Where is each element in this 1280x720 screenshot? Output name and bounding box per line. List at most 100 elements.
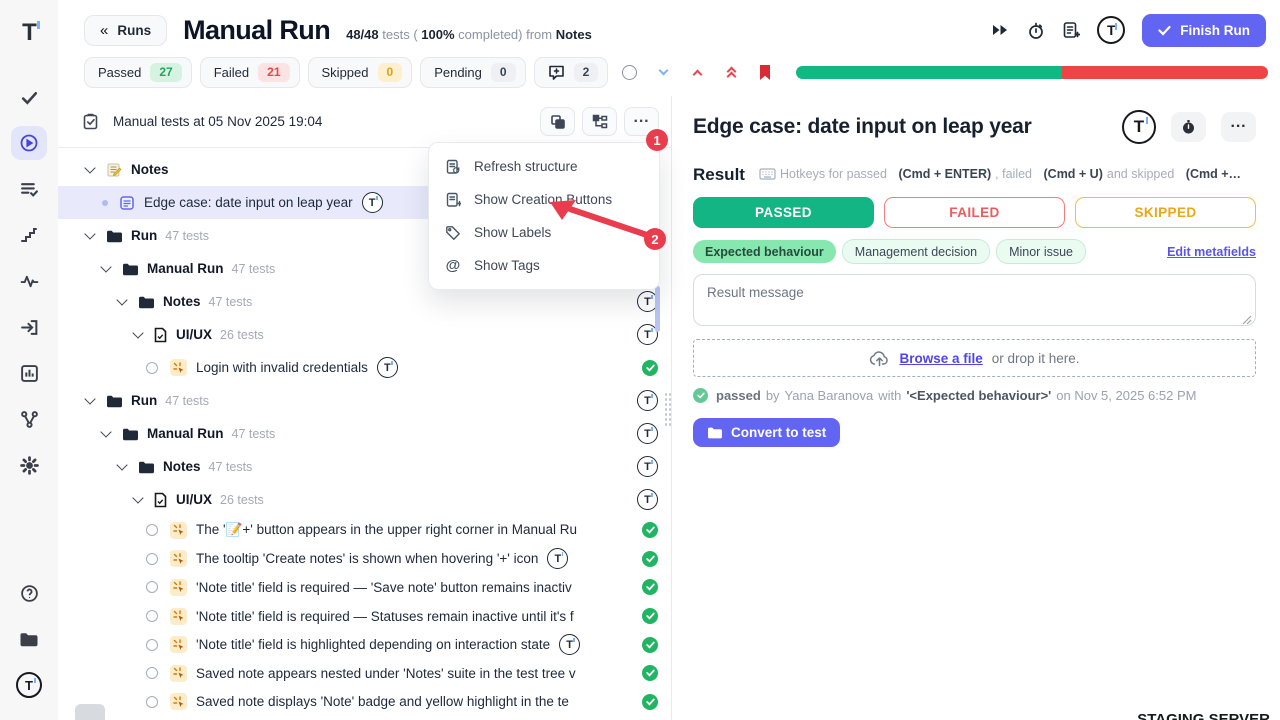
sidebar-item-projects[interactable] [11, 622, 47, 656]
app-logo[interactable]: T [11, 16, 47, 50]
test-radio[interactable] [146, 639, 158, 651]
passed-count-badge: 27 [150, 63, 181, 82]
ai-sparkle-icon [170, 693, 187, 710]
tree-row-test[interactable]: 'Note title' field is highlighted depend… [58, 630, 671, 659]
passed-button[interactable]: PASSED [693, 197, 874, 228]
skipped-count-badge: 0 [378, 63, 403, 82]
testomat-badge-icon[interactable]: T [1122, 110, 1156, 144]
timer-restart-icon[interactable] [1026, 21, 1045, 40]
import-icon [20, 318, 39, 337]
test-radio[interactable] [146, 696, 158, 708]
ai-sparkle-icon [170, 522, 187, 539]
testomat-badge-icon[interactable]: T [637, 423, 658, 444]
panel-resize-handle[interactable] [664, 392, 671, 426]
testomat-badge-icon[interactable]: T [637, 489, 658, 510]
tree-row-test[interactable]: The '📝+' button appears in the upper rig… [58, 516, 671, 545]
folder-icon [19, 631, 39, 648]
test-radio[interactable] [146, 610, 158, 622]
tree-scrollbar-thumb[interactable] [655, 286, 660, 332]
testomat-badge-icon[interactable]: T [637, 390, 658, 411]
testomat-logo-badge[interactable]: T [1097, 16, 1125, 44]
metafield-expected-behaviour[interactable]: Expected behaviour [693, 240, 836, 263]
filter-skipped[interactable]: Skipped 0 [308, 57, 413, 88]
note-icon [119, 195, 135, 211]
sidebar-item-help[interactable] [11, 576, 47, 610]
sidebar-item-plans[interactable] [11, 172, 47, 206]
filter-passed[interactable]: Passed 27 [84, 57, 192, 88]
sidebar-item-activity[interactable] [11, 264, 47, 298]
browse-file-link[interactable]: Browse a file [899, 351, 982, 366]
result-message-input[interactable] [693, 274, 1256, 326]
copy-structure-button[interactable] [540, 107, 575, 136]
sidebar-item-analytics[interactable] [11, 356, 47, 390]
chevron-down-icon[interactable] [116, 459, 127, 470]
play-circle-icon [19, 133, 39, 153]
tree-row-test[interactable]: Saved note displays 'Note' badge and yel… [58, 688, 671, 717]
tree-row-file[interactable]: UI/UX 26 tests T [58, 483, 671, 516]
tree-row-test[interactable]: Login with invalid credentials T [58, 351, 671, 384]
skipped-button[interactable]: SKIPPED [1075, 197, 1256, 228]
finish-run-button[interactable]: Finish Run [1142, 14, 1266, 47]
test-radio[interactable] [146, 553, 158, 565]
sidebar-item-steps[interactable] [11, 218, 47, 252]
menu-item-refresh-structure[interactable]: Refresh structure [429, 150, 659, 183]
sidebar-item-import[interactable] [11, 310, 47, 344]
tree-row-test[interactable]: Saved note appears nested under 'Notes' … [58, 659, 671, 688]
test-radio[interactable] [146, 581, 158, 593]
edit-metafields-link[interactable]: Edit metafields [1167, 245, 1256, 259]
bookmark-icon[interactable] [752, 64, 778, 81]
fast-forward-icon[interactable] [991, 22, 1009, 38]
collapse-all-icon[interactable] [650, 71, 676, 74]
back-to-runs-button[interactable]: « Runs [84, 15, 167, 46]
chevron-down-icon[interactable] [84, 162, 95, 173]
tree-row-test[interactable]: The tooltip 'Create notes' is shown when… [58, 545, 671, 574]
file-dropzone[interactable]: Browse a file or drop it here. [693, 339, 1256, 377]
chevron-down-icon[interactable] [132, 327, 143, 338]
detail-header: Edge case: date input on leap year T ··· [693, 110, 1256, 144]
tree-bottom-button[interactable] [75, 704, 105, 720]
filter-comments[interactable]: 2 [534, 57, 609, 88]
tree-row-suite[interactable]: Manual Run 47 tests T [58, 417, 671, 450]
testomat-badge-icon[interactable]: T [559, 634, 580, 655]
tree-row-test[interactable]: 'Note title' field is required — Statuse… [58, 602, 671, 631]
filter-pending[interactable]: Pending 0 [420, 57, 525, 88]
tree-row-file[interactable]: UI/UX 26 tests T [58, 318, 671, 351]
sidebar-item-tests[interactable] [11, 80, 47, 114]
test-radio[interactable] [146, 667, 158, 679]
test-radio[interactable] [146, 524, 158, 536]
sidebar-item-branches[interactable] [11, 402, 47, 436]
tree-row-suite[interactable]: Notes 47 tests T [58, 450, 671, 483]
testomat-badge-icon[interactable]: T [377, 357, 398, 378]
test-radio[interactable] [146, 362, 158, 374]
sidebar-item-settings[interactable] [11, 448, 47, 482]
sidebar-item-runs[interactable] [11, 126, 47, 160]
menu-item-show-tags[interactable]: @ Show Tags [429, 249, 659, 282]
status-circle-icon[interactable] [616, 65, 642, 80]
tree-title: Manual tests at 05 Nov 2025 19:04 [113, 114, 322, 129]
list-check-icon [20, 180, 39, 199]
add-note-icon[interactable] [1062, 21, 1080, 40]
tree-row-suite[interactable]: Run 47 tests T [58, 384, 671, 417]
tree-view-button[interactable] [582, 107, 617, 136]
chevron-down-icon[interactable] [84, 393, 95, 404]
chevron-down-icon[interactable] [132, 492, 143, 503]
prev-failed-icon[interactable] [684, 67, 710, 78]
failed-button[interactable]: FAILED [884, 197, 1065, 228]
filter-failed[interactable]: Failed 21 [200, 57, 300, 88]
metafield-minor-issue[interactable]: Minor issue [996, 239, 1086, 264]
tree-row-test[interactable]: 'Note title' field is required — 'Save n… [58, 573, 671, 602]
user-avatar[interactable]: T [11, 668, 47, 702]
chevron-down-icon[interactable] [100, 426, 111, 437]
chevron-down-icon[interactable] [84, 228, 95, 239]
metafield-management-decision[interactable]: Management decision [842, 239, 990, 264]
testomat-badge-icon[interactable]: T [547, 548, 568, 569]
detail-more-button[interactable]: ··· [1221, 112, 1256, 142]
convert-to-test-button[interactable]: Convert to test [693, 418, 840, 447]
testomat-badge-icon[interactable]: T [362, 192, 383, 213]
timer-button[interactable] [1171, 112, 1206, 142]
jump-failed-icon[interactable] [718, 67, 744, 77]
tree-header: Manual tests at 05 Nov 2025 19:04 ··· [58, 96, 671, 148]
testomat-badge-icon[interactable]: T [637, 456, 658, 477]
chevron-down-icon[interactable] [100, 261, 111, 272]
chevron-down-icon[interactable] [116, 294, 127, 305]
